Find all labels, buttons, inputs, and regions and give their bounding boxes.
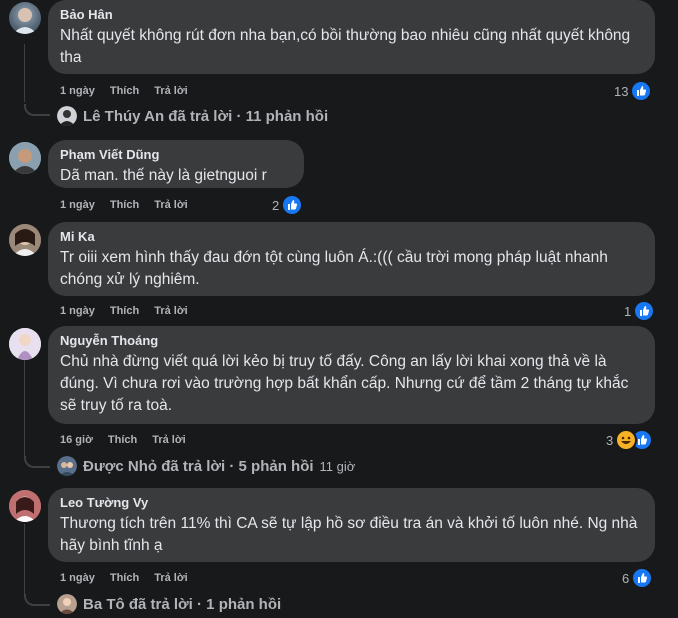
view-replies-link[interactable]: Được Nhỏ đã trả lời · 5 phản hồi 11 giờ bbox=[57, 456, 355, 476]
comment-bubble: Nguyễn Thoáng Chủ nhà đừng viết quá lời … bbox=[48, 326, 655, 424]
comment-text: Dã man. thế này là gietnguoi r bbox=[60, 167, 267, 184]
comment-author[interactable]: Nguyễn Thoáng bbox=[60, 333, 643, 349]
comment-author[interactable]: Leo Tường Vy bbox=[60, 495, 643, 511]
like-button[interactable]: Thích bbox=[110, 572, 139, 584]
avatar[interactable] bbox=[9, 224, 41, 256]
comment-time[interactable]: 16 giờ bbox=[60, 434, 93, 446]
like-button[interactable]: Thích bbox=[110, 85, 139, 97]
like-button[interactable]: Thích bbox=[110, 199, 139, 211]
comment-time[interactable]: 1 ngày bbox=[60, 572, 95, 584]
reaction-count: 2 bbox=[272, 197, 280, 213]
comment-author[interactable]: Bảo Hân bbox=[60, 7, 643, 23]
reply-time[interactable]: 11 giờ bbox=[320, 459, 356, 474]
reply-summary-text: Ba Tô đã trả lời · 1 phản hồi bbox=[83, 595, 282, 613]
comment-bubble: Bảo Hân Nhất quyết không rút đơn nha bạn… bbox=[48, 0, 655, 74]
comment-actions: 1 ngày Thích Trả lời bbox=[60, 571, 203, 585]
avatar-image bbox=[9, 490, 41, 522]
reply-button[interactable]: Trả lời bbox=[154, 572, 188, 584]
avatar-image bbox=[13, 8, 37, 34]
comment: Nguyễn Thoáng Chủ nhà đừng viết quá lời … bbox=[0, 326, 678, 476]
view-replies-link[interactable]: Ba Tô đã trả lời · 1 phản hồi bbox=[57, 594, 281, 614]
comment-actions: 1 ngày Thích Trả lời bbox=[60, 84, 203, 98]
reply-button[interactable]: Trả lời bbox=[152, 434, 186, 446]
reply-button[interactable]: Trả lời bbox=[154, 305, 188, 317]
comment-text: Chủ nhà đừng viết quá lời kẻo bị truy tố… bbox=[60, 353, 629, 414]
reply-summary-text: Được Nhỏ đã trả lời · 5 phản hồi bbox=[83, 457, 314, 475]
like-icon bbox=[631, 567, 654, 589]
comment-author[interactable]: Phạm Viết Dũng bbox=[60, 147, 292, 163]
reply-summary-text: Lê Thúy An đã trả lời · 11 phản hồi bbox=[83, 107, 329, 125]
avatar[interactable] bbox=[9, 328, 41, 360]
like-icon bbox=[633, 300, 656, 322]
comment-actions: 16 giờ Thích Trả lời bbox=[60, 433, 201, 447]
comment-author[interactable]: Mi Ka bbox=[60, 229, 643, 245]
comment-bubble: Mi Ka Tr oiii xem hình thấy đau đớn tột … bbox=[48, 222, 655, 296]
view-replies-link[interactable]: Lê Thúy An đã trả lời · 11 phản hồi bbox=[57, 106, 328, 126]
comment-actions: 1 ngày Thích Trả lời bbox=[60, 198, 203, 212]
reaction-summary[interactable]: 1 bbox=[624, 300, 656, 322]
comment: Leo Tường Vy Thương tích trên 11% thì CA… bbox=[0, 488, 678, 618]
comment-text: Nhất quyết không rút đơn nha bạn,có bồi … bbox=[60, 27, 631, 66]
like-icon bbox=[630, 80, 653, 102]
haha-icon bbox=[615, 429, 638, 451]
reaction-summary[interactable]: 3 bbox=[606, 429, 654, 451]
comment-text: Tr oiii xem hình thấy đau đớn tột cùng l… bbox=[60, 249, 608, 288]
replier-avatar bbox=[57, 594, 77, 614]
like-icon bbox=[281, 194, 304, 216]
avatar-image bbox=[9, 328, 41, 360]
like-button[interactable]: Thích bbox=[110, 305, 139, 317]
like-button[interactable]: Thích bbox=[108, 434, 137, 446]
reaction-summary[interactable]: 2 bbox=[272, 194, 304, 216]
comment-bubble: Phạm Viết Dũng Dã man. thế này là gietng… bbox=[48, 140, 304, 188]
reaction-count: 6 bbox=[622, 570, 630, 586]
comment-actions: 1 ngày Thích Trả lời bbox=[60, 304, 203, 318]
reaction-count: 1 bbox=[624, 303, 632, 319]
avatar[interactable] bbox=[9, 142, 41, 174]
comment-bubble: Leo Tường Vy Thương tích trên 11% thì CA… bbox=[48, 488, 655, 562]
reaction-summary[interactable]: 6 bbox=[622, 567, 654, 589]
comment: Mi Ka Tr oiii xem hình thấy đau đớn tột … bbox=[0, 222, 678, 322]
avatar[interactable] bbox=[9, 2, 41, 34]
avatar[interactable] bbox=[9, 490, 41, 522]
reply-button[interactable]: Trả lời bbox=[154, 85, 188, 97]
comment-time[interactable]: 1 ngày bbox=[60, 199, 95, 211]
replier-avatar bbox=[57, 456, 77, 476]
comment-time[interactable]: 1 ngày bbox=[60, 85, 95, 97]
avatar-image bbox=[9, 142, 41, 174]
replier-avatar bbox=[57, 106, 77, 126]
reaction-summary[interactable]: 13 bbox=[614, 80, 653, 102]
reaction-count: 13 bbox=[614, 83, 629, 99]
comment-text: Thương tích trên 11% thì CA sẽ tự lập hồ… bbox=[60, 515, 638, 554]
reaction-count: 3 bbox=[606, 432, 614, 448]
comment: Phạm Viết Dũng Dã man. thế này là gietng… bbox=[0, 140, 678, 220]
comment: Bảo Hân Nhất quyết không rút đơn nha bạn… bbox=[0, 0, 678, 130]
avatar-image bbox=[9, 224, 41, 256]
comment-time[interactable]: 1 ngày bbox=[60, 305, 95, 317]
reply-button[interactable]: Trả lời bbox=[154, 199, 188, 211]
